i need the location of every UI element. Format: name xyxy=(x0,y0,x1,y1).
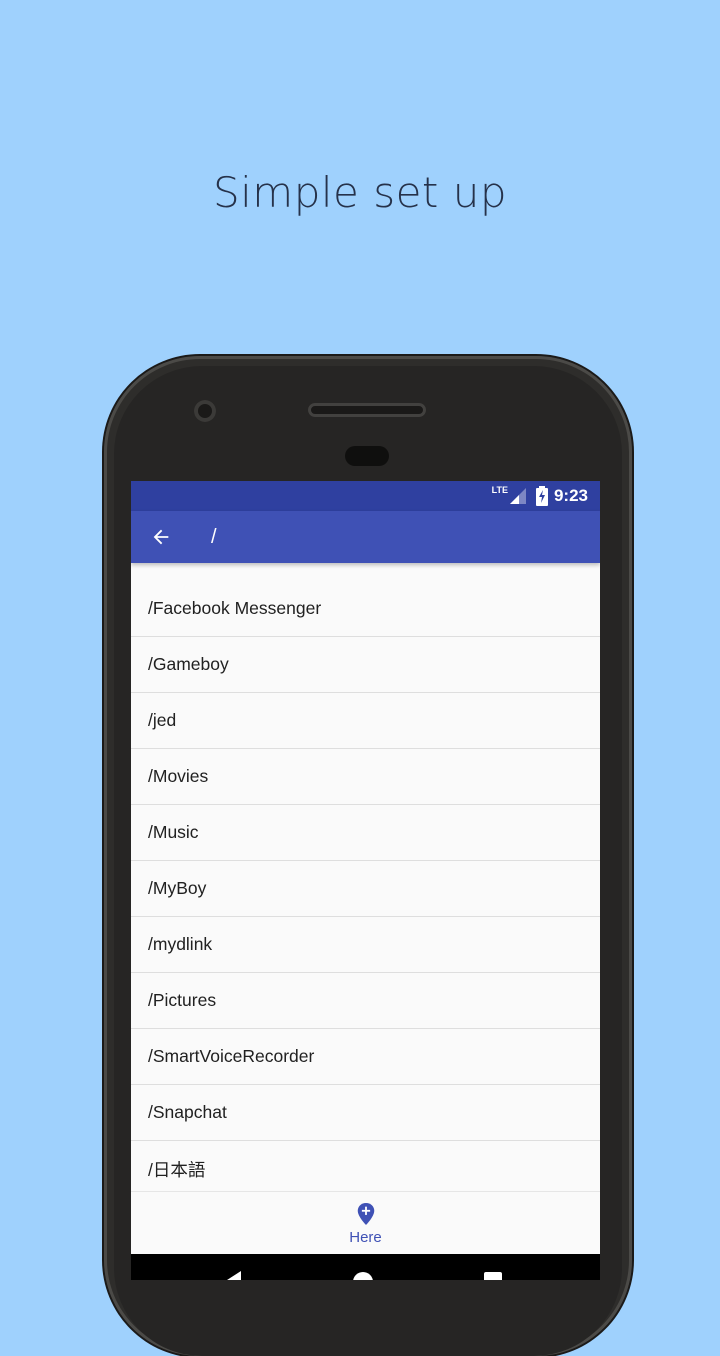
network-type: LTE xyxy=(491,485,508,495)
phone-speaker xyxy=(308,403,426,417)
folder-item[interactable]: /Music xyxy=(131,805,600,861)
folder-item[interactable]: /Movies xyxy=(131,749,600,805)
app-bar: / xyxy=(131,511,600,563)
nav-back-icon[interactable] xyxy=(227,1271,241,1280)
nav-home-icon[interactable] xyxy=(353,1272,373,1280)
page-title: / xyxy=(211,525,217,548)
folder-list: /Facebook Messenger /Gameboy /jed /Movie… xyxy=(131,581,600,1197)
battery-charging-icon xyxy=(535,486,548,506)
status-bar: LTE 9:23 xyxy=(131,481,600,511)
folder-item[interactable]: /Facebook Messenger xyxy=(131,581,600,637)
phone-sensor xyxy=(345,446,389,466)
folder-item[interactable]: /SmartVoiceRecorder xyxy=(131,1029,600,1085)
folder-item[interactable]: /jed xyxy=(131,693,600,749)
here-button[interactable]: Here xyxy=(131,1191,600,1255)
status-time: 9:23 xyxy=(553,486,588,505)
signal-icon xyxy=(509,488,526,504)
folder-item[interactable]: /日本語 xyxy=(131,1141,600,1197)
arrow-back-icon xyxy=(153,529,169,545)
system-nav-bar xyxy=(131,1254,600,1280)
headline: Simple set up xyxy=(212,168,508,217)
nav-recents-icon[interactable] xyxy=(484,1272,502,1280)
back-button[interactable] xyxy=(131,511,191,563)
folder-item[interactable]: /MyBoy xyxy=(131,861,600,917)
folder-item[interactable]: /mydlink xyxy=(131,917,600,973)
add-location-icon xyxy=(357,1202,374,1225)
folder-item[interactable]: /Gameboy xyxy=(131,637,600,693)
phone-screen: LTE 9:23 / /Facebook Messenger /Gameboy … xyxy=(131,481,600,1280)
folder-item[interactable]: /Snapchat xyxy=(131,1085,600,1141)
folder-item[interactable]: /Pictures xyxy=(131,973,600,1029)
phone-camera xyxy=(194,400,216,422)
here-label: Here xyxy=(349,1228,382,1246)
